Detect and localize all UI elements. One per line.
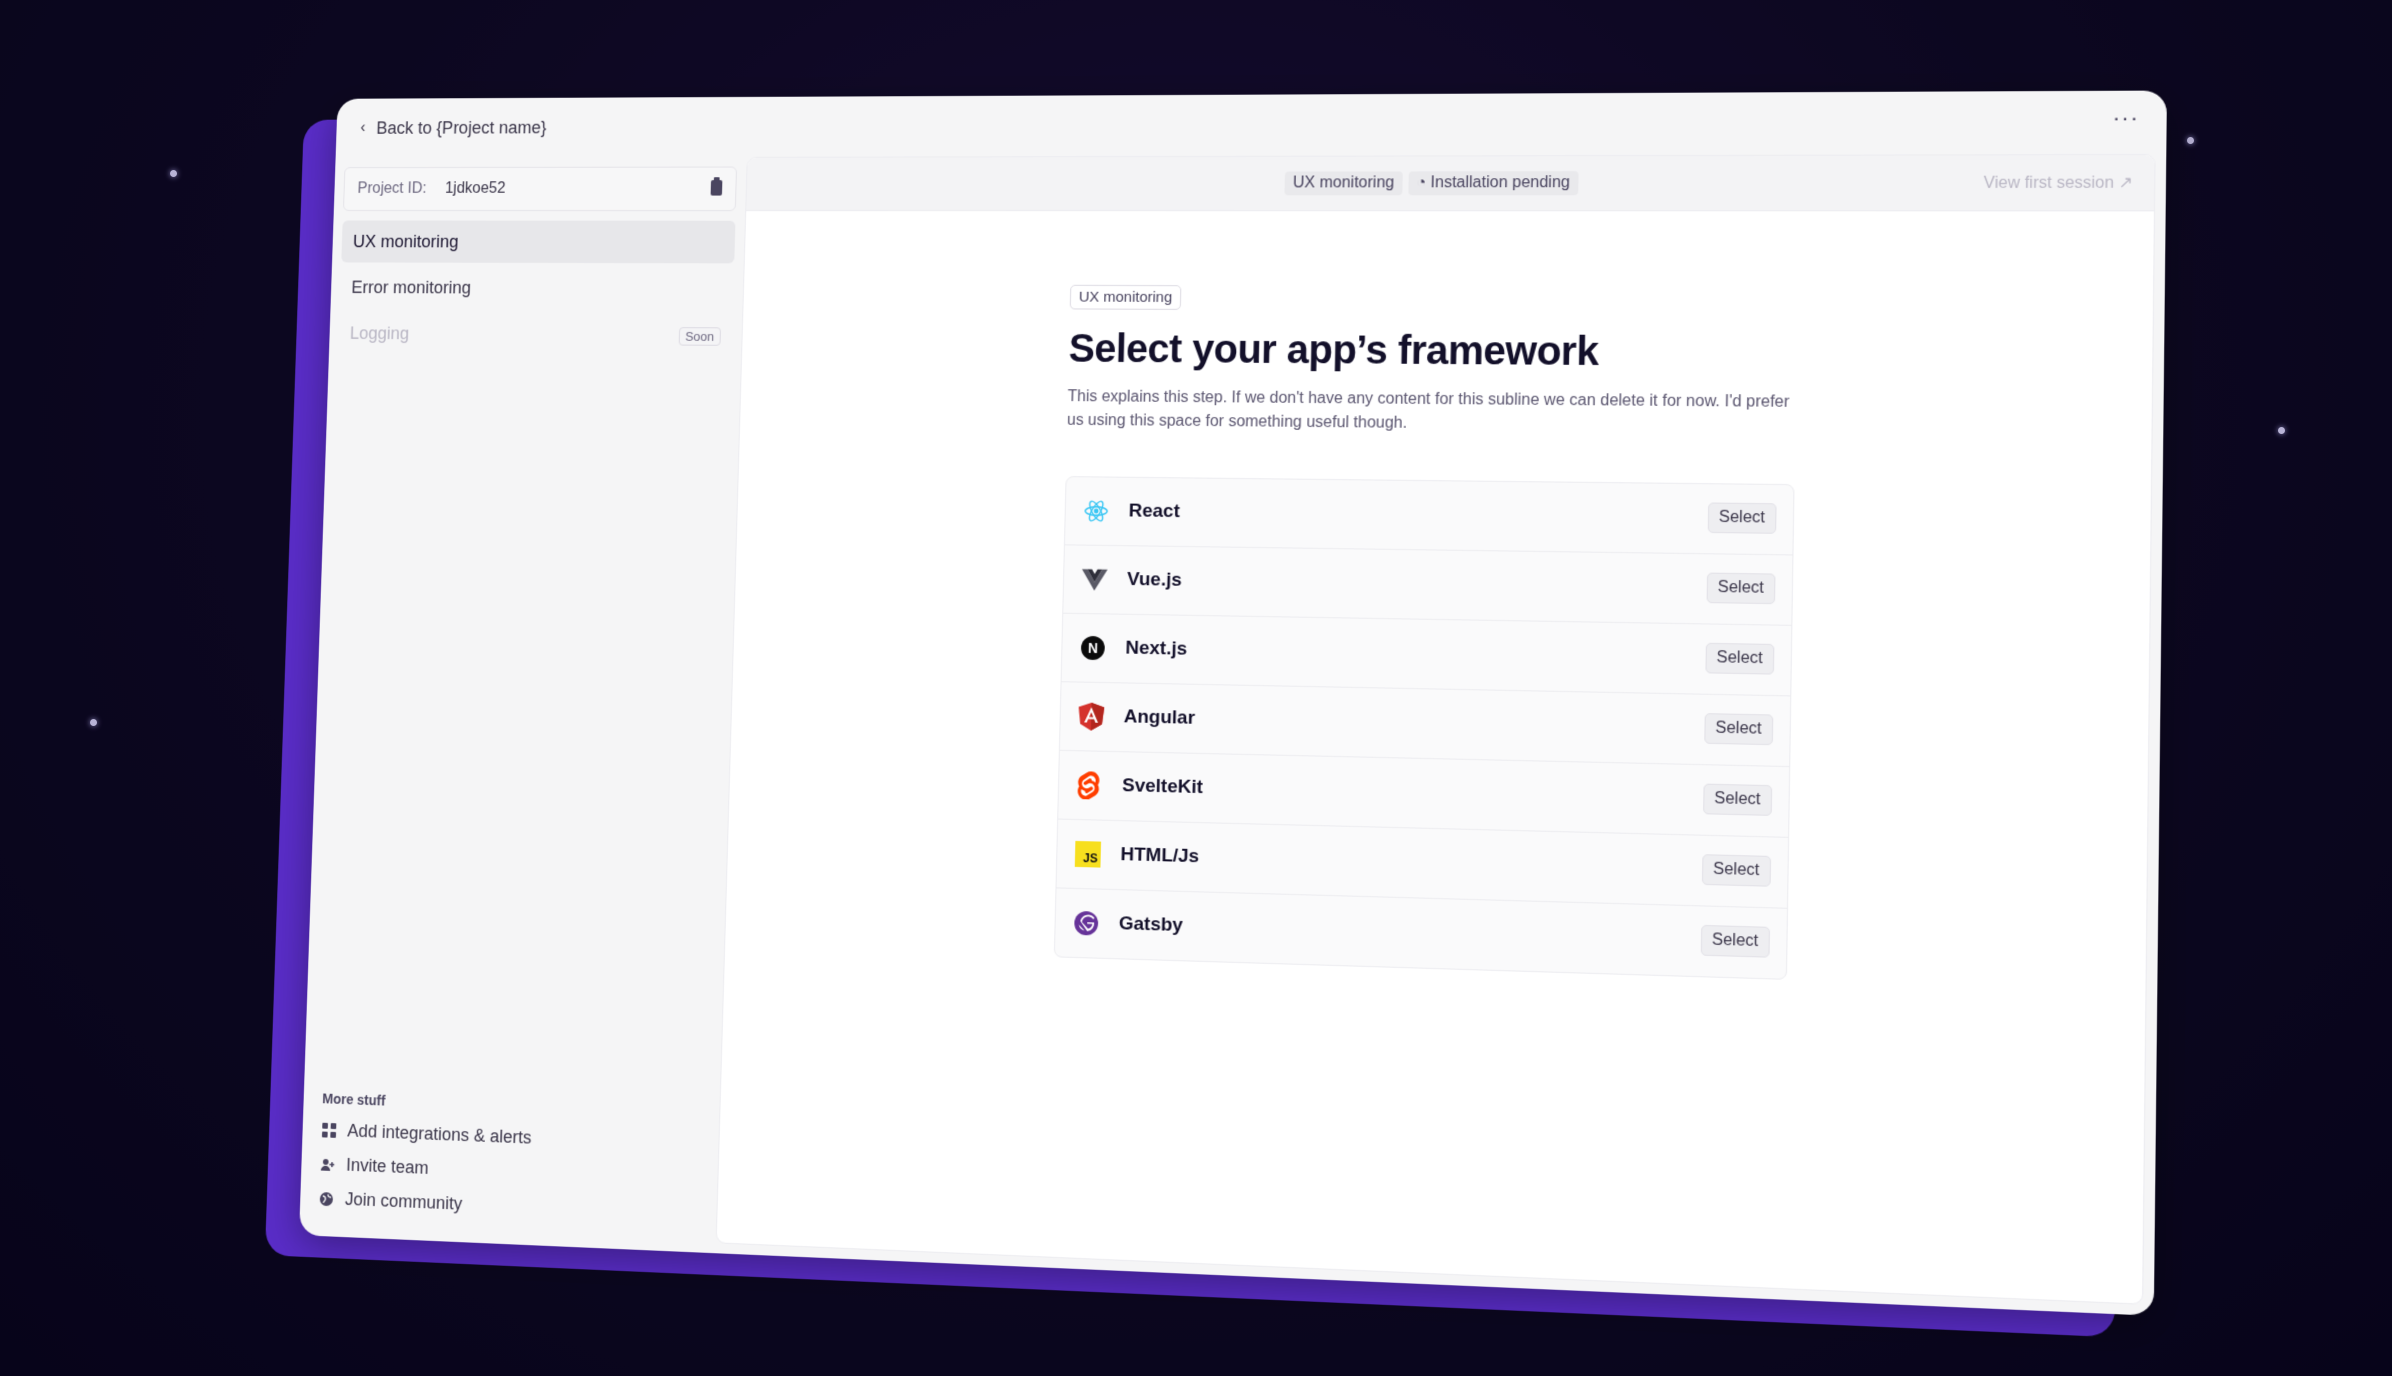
- background-star: [2187, 137, 2194, 144]
- breadcrumb-installation-pending: ◔ Installation pending: [1408, 171, 1579, 196]
- framework-name: Gatsby: [1118, 913, 1184, 937]
- select-sveltekit-button[interactable]: Select: [1702, 783, 1773, 816]
- page-subtitle: This explains this step. If we don't hav…: [1066, 388, 1790, 432]
- back-link-label: Back to {Project name}: [376, 117, 547, 138]
- pending-status-icon: ◔: [1416, 174, 1427, 192]
- invite-team-link[interactable]: Invite team: [320, 1154, 699, 1190]
- globe-icon: [319, 1191, 334, 1207]
- framework-name: HTML/Js: [1120, 844, 1200, 868]
- sidebar-item-logging: Logging Soon: [338, 312, 733, 356]
- angular-icon: [1078, 702, 1105, 731]
- select-next-button[interactable]: Select: [1704, 642, 1775, 675]
- soon-badge: Soon: [678, 327, 721, 346]
- page-title: Select your app’s framework: [1068, 327, 1599, 375]
- framework-name: Angular: [1123, 706, 1196, 729]
- js-icon: JS: [1074, 840, 1102, 868]
- app-window: ‹ Back to {Project name} ··· Project ID:…: [299, 90, 2167, 1316]
- more-options-icon[interactable]: ···: [2112, 105, 2139, 132]
- external-link-icon: ↗: [2118, 174, 2134, 192]
- framework-row-vue[interactable]: Vue.js Select: [1063, 545, 1793, 626]
- main-header: UX monitoring ◔ Installation pending Vie…: [746, 155, 2155, 212]
- grid-icon: [321, 1122, 336, 1138]
- project-id-value: 1jdkoe52: [444, 180, 506, 197]
- gatsby-icon: [1073, 910, 1099, 937]
- app-window-scene: ‹ Back to {Project name} ··· Project ID:…: [264, 90, 2167, 1338]
- framework-list: React Select Vue.js Select N Next.js Sel…: [1053, 476, 1795, 980]
- view-first-session-link[interactable]: View first session ↗: [1984, 172, 2134, 193]
- select-gatsby-button[interactable]: Select: [1700, 924, 1770, 958]
- background-star: [90, 719, 97, 726]
- project-id-label: Project ID:: [357, 180, 427, 197]
- background-star: [2278, 427, 2285, 434]
- view-session-label: View first session: [1983, 174, 2115, 192]
- background-star: [170, 170, 177, 177]
- more-stuff-title: More stuff: [322, 1090, 386, 1109]
- sidebar-item-error-monitoring[interactable]: Error monitoring: [340, 266, 734, 310]
- react-icon: [1083, 498, 1109, 524]
- framework-name: SvelteKit: [1121, 775, 1204, 799]
- sidebar-item-label: Error monitoring: [351, 277, 472, 297]
- select-angular-button[interactable]: Select: [1703, 713, 1774, 746]
- select-html-js-button[interactable]: Select: [1701, 854, 1772, 887]
- breadcrumb-ux-monitoring[interactable]: UX monitoring: [1284, 171, 1403, 196]
- framework-name: Vue.js: [1126, 569, 1182, 591]
- main-panel: UX monitoring ◔ Installation pending Vie…: [715, 153, 2156, 1305]
- step-tag: UX monitoring: [1069, 284, 1182, 310]
- more-item-label: Add integrations & alerts: [347, 1120, 532, 1148]
- framework-name: Next.js: [1125, 637, 1188, 660]
- add-user-icon: [320, 1156, 335, 1172]
- next-icon: N: [1080, 635, 1106, 661]
- more-item-label: Join community: [344, 1189, 463, 1214]
- sidebar: Project ID: 1jdkoe52 UX monitoring Error…: [299, 157, 747, 1253]
- project-id-field: Project ID: 1jdkoe52: [342, 166, 738, 212]
- add-integrations-link[interactable]: Add integrations & alerts: [321, 1120, 700, 1155]
- chevron-left-icon: ‹: [360, 119, 366, 136]
- clipboard-icon[interactable]: [710, 180, 723, 196]
- vue-icon: [1081, 566, 1108, 592]
- more-item-label: Invite team: [345, 1154, 429, 1178]
- select-react-button[interactable]: Select: [1707, 502, 1777, 534]
- select-vue-button[interactable]: Select: [1706, 572, 1776, 605]
- framework-step: UX monitoring Select your app’s framewor…: [1053, 284, 1798, 980]
- join-community-link[interactable]: Join community: [319, 1188, 698, 1225]
- breadcrumb-label: Installation pending: [1430, 174, 1571, 192]
- back-to-project-link[interactable]: ‹ Back to {Project name}: [360, 117, 547, 138]
- sidebar-item-label: Logging: [349, 323, 410, 343]
- more-stuff-section: More stuff Add integrations & alerts Inv…: [318, 1091, 700, 1239]
- sidebar-item-ux-monitoring[interactable]: UX monitoring: [341, 220, 736, 264]
- svelte-icon: [1076, 771, 1102, 800]
- sidebar-nav: UX monitoring Error monitoring Logging S…: [329, 220, 745, 356]
- framework-row-react[interactable]: React Select: [1064, 477, 1794, 556]
- top-bar: ‹ Back to {Project name} ···: [336, 91, 2167, 158]
- sidebar-item-label: UX monitoring: [352, 231, 459, 251]
- framework-name: React: [1128, 500, 1181, 523]
